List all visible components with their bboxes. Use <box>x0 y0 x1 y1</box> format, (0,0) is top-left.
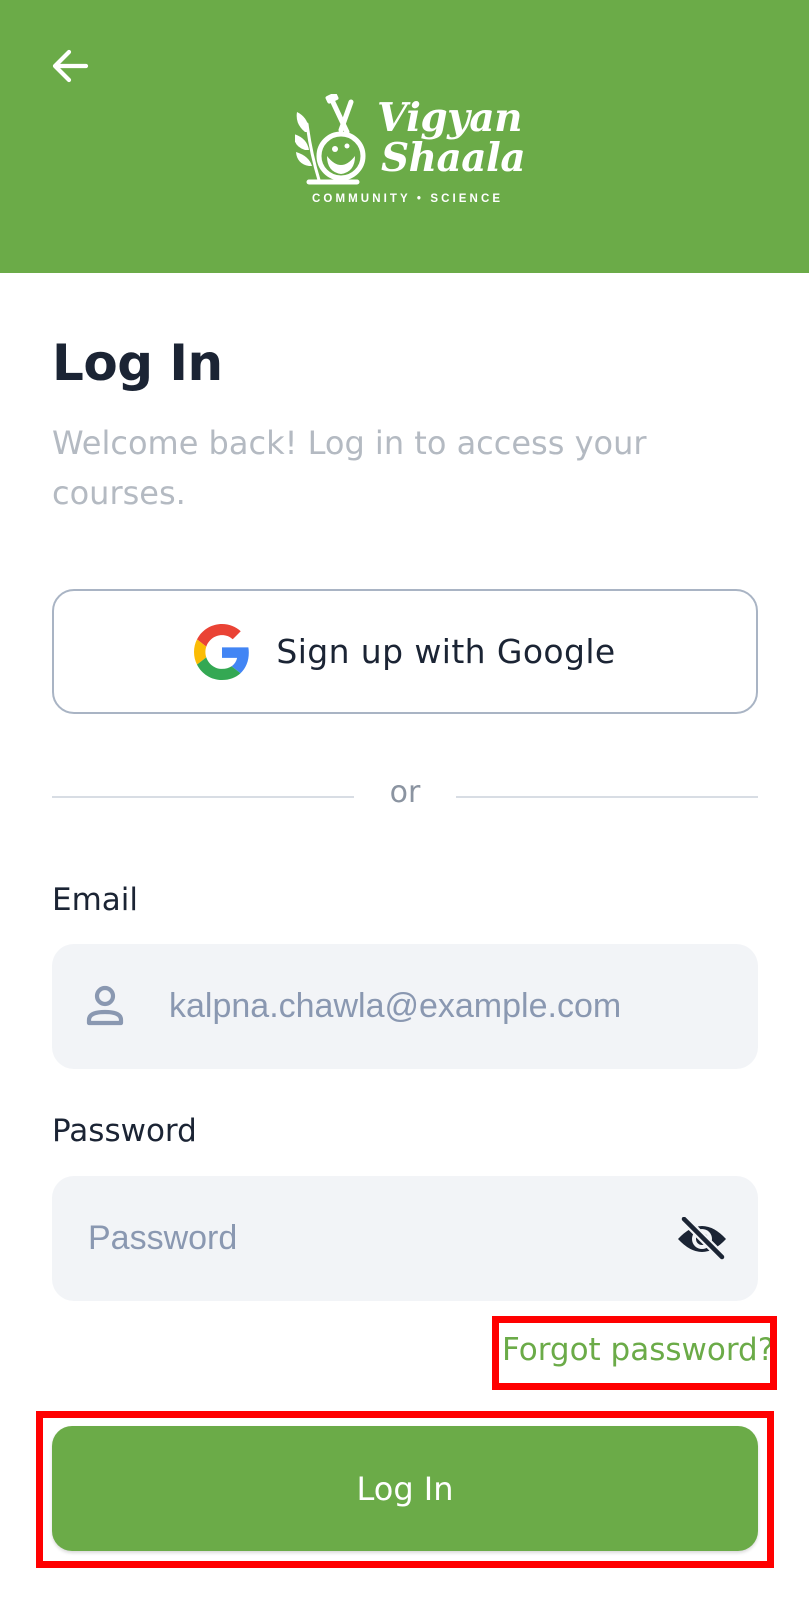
divider-line-left <box>52 796 354 798</box>
email-label: Email <box>52 882 139 918</box>
password-label: Password <box>52 1113 197 1149</box>
google-button-label: Sign up with Google <box>276 632 616 671</box>
logo-text-line1: Vigyan <box>377 95 522 141</box>
password-field-container <box>52 1176 758 1301</box>
eye-off-icon <box>678 1217 727 1261</box>
email-input[interactable] <box>169 944 729 1069</box>
page-title: Log In <box>52 334 223 392</box>
email-field-container <box>52 944 758 1069</box>
highlight-box-log-in <box>36 1411 774 1568</box>
google-g-icon <box>194 623 250 680</box>
flask-leaf-emblem <box>295 94 366 185</box>
divider-line-right <box>456 796 758 798</box>
page-subtitle: Welcome back! Log in to access your cour… <box>52 424 647 512</box>
arrow-left-icon <box>52 49 89 83</box>
app-header: Vigyan Shaala COMMUNITY • SCIENCE <box>0 0 809 273</box>
brand-logo: Vigyan Shaala COMMUNITY • SCIENCE <box>295 94 526 210</box>
toggle-password-visibility-button[interactable] <box>674 1214 730 1264</box>
google-sign-up-button[interactable]: Sign up with Google <box>52 589 758 714</box>
password-input[interactable] <box>88 1176 648 1301</box>
logo-tagline: COMMUNITY • SCIENCE <box>312 193 504 205</box>
user-icon <box>86 985 124 1026</box>
highlight-box-forgot-password <box>492 1316 777 1390</box>
divider-or-text: or <box>389 775 421 810</box>
back-button[interactable] <box>44 40 96 92</box>
logo-text-line2: Shaala <box>381 135 526 181</box>
